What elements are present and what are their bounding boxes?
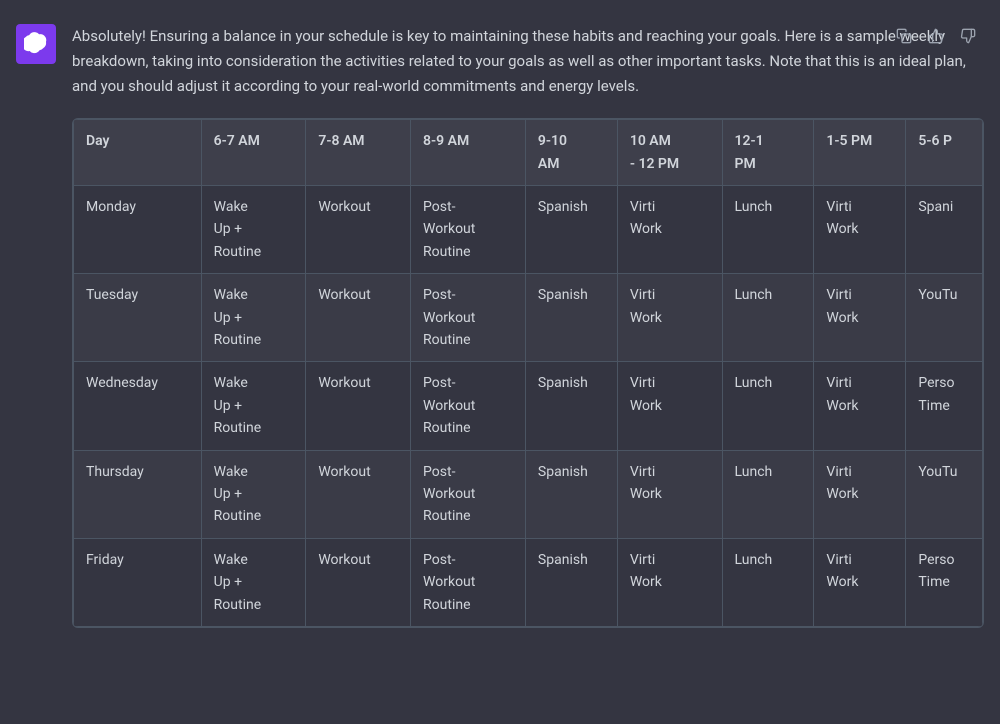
cell-9am: Spanish [525,450,617,538]
cell-day: Tuesday [74,274,202,362]
cell-8am: Post-WorkoutRoutine [411,274,526,362]
cell-10am: VirtiWork [617,450,722,538]
cell-7am: Workout [306,362,411,450]
col-header-10am: 10 AM- 12 PM [617,120,722,186]
table-row: TuesdayWakeUp +RoutineWorkoutPost-Workou… [74,274,983,362]
cell-12pm: Lunch [722,538,814,626]
cell-12pm: Lunch [722,186,814,274]
col-header-12pm: 12-1PM [722,120,814,186]
intro-paragraph: Absolutely! Ensuring a balance in your s… [72,24,984,98]
thumbs-up-button[interactable] [924,24,948,48]
cell-9am: Spanish [525,274,617,362]
cell-1pm: VirtiWork [814,450,906,538]
col-header-1pm: 1-5 PM [814,120,906,186]
schedule-table-wrapper: Day 6-7 AM 7-8 AM 8-9 AM 9-10AM 10 AM- 1… [72,118,984,628]
copy-button[interactable] [892,24,916,48]
table-row: FridayWakeUp +RoutineWorkoutPost-Workout… [74,538,983,626]
cell-1pm: VirtiWork [814,186,906,274]
thumbs-down-icon [960,28,976,44]
cell-9am: Spanish [525,538,617,626]
chatgpt-logo-icon [24,32,48,56]
cell-5pm: PersoTime [906,538,983,626]
col-header-8am: 8-9 AM [411,120,526,186]
cell-9am: Spanish [525,186,617,274]
cell-5pm: YouTu [906,450,983,538]
table-header-row: Day 6-7 AM 7-8 AM 8-9 AM 9-10AM 10 AM- 1… [74,120,983,186]
cell-12pm: Lunch [722,450,814,538]
col-header-6am: 6-7 AM [201,120,306,186]
cell-12pm: Lunch [722,274,814,362]
col-header-9am: 9-10AM [525,120,617,186]
cell-6am: WakeUp +Routine [201,538,306,626]
copy-icon [896,28,912,44]
cell-10am: VirtiWork [617,362,722,450]
thumbs-up-icon [928,28,944,44]
cell-6am: WakeUp +Routine [201,186,306,274]
ai-avatar [16,24,56,64]
cell-10am: VirtiWork [617,538,722,626]
message-body: Absolutely! Ensuring a balance in your s… [72,24,984,628]
cell-day: Monday [74,186,202,274]
cell-7am: Workout [306,274,411,362]
schedule-table: Day 6-7 AM 7-8 AM 8-9 AM 9-10AM 10 AM- 1… [73,119,983,627]
cell-6am: WakeUp +Routine [201,450,306,538]
message-actions [892,24,980,48]
col-header-7am: 7-8 AM [306,120,411,186]
table-row: ThursdayWakeUp +RoutineWorkoutPost-Worko… [74,450,983,538]
cell-7am: Workout [306,450,411,538]
col-header-day: Day [74,120,202,186]
cell-8am: Post-WorkoutRoutine [411,186,526,274]
cell-day: Friday [74,538,202,626]
cell-1pm: VirtiWork [814,538,906,626]
cell-8am: Post-WorkoutRoutine [411,450,526,538]
cell-7am: Workout [306,538,411,626]
thumbs-down-button[interactable] [956,24,980,48]
cell-5pm: PersoTime [906,362,983,450]
cell-1pm: VirtiWork [814,362,906,450]
col-header-5pm: 5-6 P [906,120,983,186]
cell-1pm: VirtiWork [814,274,906,362]
cell-5pm: YouTu [906,274,983,362]
cell-10am: VirtiWork [617,186,722,274]
cell-8am: Post-WorkoutRoutine [411,362,526,450]
cell-6am: WakeUp +Routine [201,362,306,450]
cell-12pm: Lunch [722,362,814,450]
cell-10am: VirtiWork [617,274,722,362]
cell-9am: Spanish [525,362,617,450]
table-row: WednesdayWakeUp +RoutineWorkoutPost-Work… [74,362,983,450]
cell-7am: Workout [306,186,411,274]
cell-day: Wednesday [74,362,202,450]
cell-6am: WakeUp +Routine [201,274,306,362]
cell-8am: Post-WorkoutRoutine [411,538,526,626]
cell-5pm: Spani [906,186,983,274]
cell-day: Thursday [74,450,202,538]
table-row: MondayWakeUp +RoutineWorkoutPost-Workout… [74,186,983,274]
